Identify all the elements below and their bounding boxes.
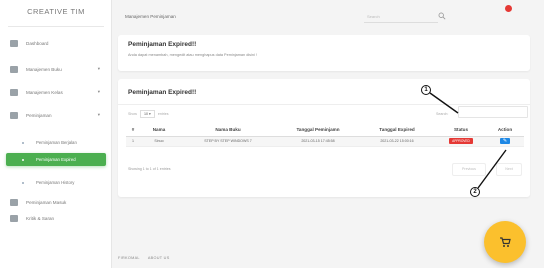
cell-nama-buku: STEP BY STEP WINDOWS 7 xyxy=(178,136,278,147)
sidebar-subitem-peminjaman-history[interactable]: Peminjaman History xyxy=(0,176,112,189)
pagination-next-button[interactable]: Next xyxy=(496,163,522,176)
entries-label: entries xyxy=(157,112,169,116)
footer: FIRKOMAL ABOUT US xyxy=(118,256,170,260)
column-header-nama-buku[interactable]: Nama Buku xyxy=(178,124,278,137)
sidebar-subitem-peminjaman-expired[interactable]: Peminjaman Expired xyxy=(6,153,106,166)
bullet-icon xyxy=(22,181,24,184)
column-header-status[interactable]: Status xyxy=(436,124,486,137)
cart-fab-button[interactable] xyxy=(484,221,526,263)
sidebar-item-label: Manajemen Kelas xyxy=(26,89,63,95)
callout-marker-1: 1 xyxy=(421,85,431,95)
bullet-icon xyxy=(22,158,24,161)
table-card: Peminjaman Expired!! Show 10 ▾ entries S… xyxy=(118,79,530,197)
table-search-label: Search: xyxy=(436,112,449,116)
card-description: Anda dapat menambah, mengedit atau mengh… xyxy=(128,53,257,57)
loan-icon xyxy=(10,111,18,119)
cart-icon xyxy=(500,237,511,247)
column-header-tanggal-expired[interactable]: Tanggal Expired xyxy=(358,124,436,137)
sidebar-item-peminjaman-masuk[interactable]: Peminjaman Masuk xyxy=(0,194,112,210)
page-title: Manajemen Peminjaman xyxy=(125,14,176,19)
inbox-icon xyxy=(10,198,18,206)
dashboard-icon xyxy=(10,39,18,47)
sidebar-item-manajemen-kelas[interactable]: Manajemen Kelas ▾ xyxy=(0,84,112,100)
cell-number: 1 xyxy=(126,136,140,147)
chevron-down-icon: ▾ xyxy=(97,66,100,71)
class-icon xyxy=(10,88,18,96)
table-search-input[interactable] xyxy=(458,106,528,118)
show-label: Show xyxy=(128,112,137,116)
card-title: Peminjaman Expired!! xyxy=(128,89,197,96)
sidebar-item-label: Dashboard xyxy=(26,40,49,46)
pagination-previous-button[interactable]: Previous xyxy=(452,163,486,176)
table-row: 1 Sinuo STEP BY STEP WINDOWS 7 2021-03-1… xyxy=(126,136,524,147)
show-entries: Show 10 ▾ entries xyxy=(128,110,169,118)
column-header-tanggal-peminjaman[interactable]: Tanggal Peminjamn xyxy=(278,124,358,137)
chevron-down-icon: ▾ xyxy=(97,112,100,117)
table-info: Showing 1 to 1 of 1 entries xyxy=(128,167,171,171)
footer-link-about-us[interactable]: ABOUT US xyxy=(148,256,170,260)
sidebar-item-kritik-saran[interactable]: Kritik & Saran xyxy=(0,210,112,226)
footer-link-firkomal[interactable]: FIRKOMAL xyxy=(118,256,140,260)
top-navbar: Manajemen Peminjaman Search xyxy=(112,0,544,34)
cell-action: ✎ xyxy=(486,136,524,147)
brand-divider xyxy=(8,26,104,27)
cell-nama: Sinuo xyxy=(140,136,178,147)
sidebar-subitem-peminjaman-berjalan[interactable]: Peminjaman Berjalan xyxy=(0,136,112,149)
sidebar-item-manajemen-buku[interactable]: Manajemen Buku ▾ xyxy=(0,61,112,77)
column-header-action[interactable]: Action xyxy=(486,124,524,137)
cell-status: APPROVED xyxy=(436,136,486,147)
search-icon[interactable] xyxy=(438,12,446,20)
sidebar-item-label: Peminjaman xyxy=(26,112,52,118)
sidebar-item-dashboard[interactable]: Dashboard xyxy=(0,35,112,51)
notification-icon[interactable] xyxy=(505,5,512,12)
edit-button[interactable]: ✎ xyxy=(500,138,510,144)
sidebar-item-label: Manajemen Buku xyxy=(26,66,62,72)
data-table: # Nama Nama Buku Tanggal Peminjamn Tangg… xyxy=(126,124,524,147)
card-title: Peminjaman Expired!! xyxy=(128,41,197,48)
book-icon xyxy=(10,65,18,73)
sidebar-item-label: Kritik & Saran xyxy=(26,215,55,221)
sidebar-subitem-label: Peminjaman Expired xyxy=(36,157,76,162)
divider xyxy=(118,104,530,105)
info-card: Peminjaman Expired!! Anda dapat menambah… xyxy=(118,35,530,71)
column-header-number[interactable]: # xyxy=(126,124,140,137)
entries-select[interactable]: 10 ▾ xyxy=(140,110,155,118)
cell-tanggal-peminjaman: 2021-03-15 17:45:58 xyxy=(278,136,358,147)
sidebar-subitem-label: Peminjaman Berjalan xyxy=(36,140,77,145)
sidebar: CREATIVE TIM Dashboard Manajemen Buku ▾ … xyxy=(0,0,112,268)
search-input[interactable]: Search xyxy=(364,10,438,23)
sidebar-item-peminjaman[interactable]: Peminjaman ▾ xyxy=(0,107,112,123)
bullet-icon xyxy=(22,141,24,144)
sidebar-item-label: Peminjaman Masuk xyxy=(26,199,67,205)
sidebar-subitem-label: Peminjaman History xyxy=(36,180,75,185)
column-header-nama[interactable]: Nama xyxy=(140,124,178,137)
table-header-row: # Nama Nama Buku Tanggal Peminjamn Tangg… xyxy=(126,124,524,137)
status-badge: APPROVED xyxy=(449,138,473,144)
feedback-icon xyxy=(10,214,18,222)
callout-marker-2: 2 xyxy=(470,187,480,197)
brand-logo[interactable]: CREATIVE TIM xyxy=(0,7,112,16)
cell-tanggal-expired: 2021-03-22 15:00:16 xyxy=(358,136,436,147)
chevron-down-icon: ▾ xyxy=(97,89,100,94)
